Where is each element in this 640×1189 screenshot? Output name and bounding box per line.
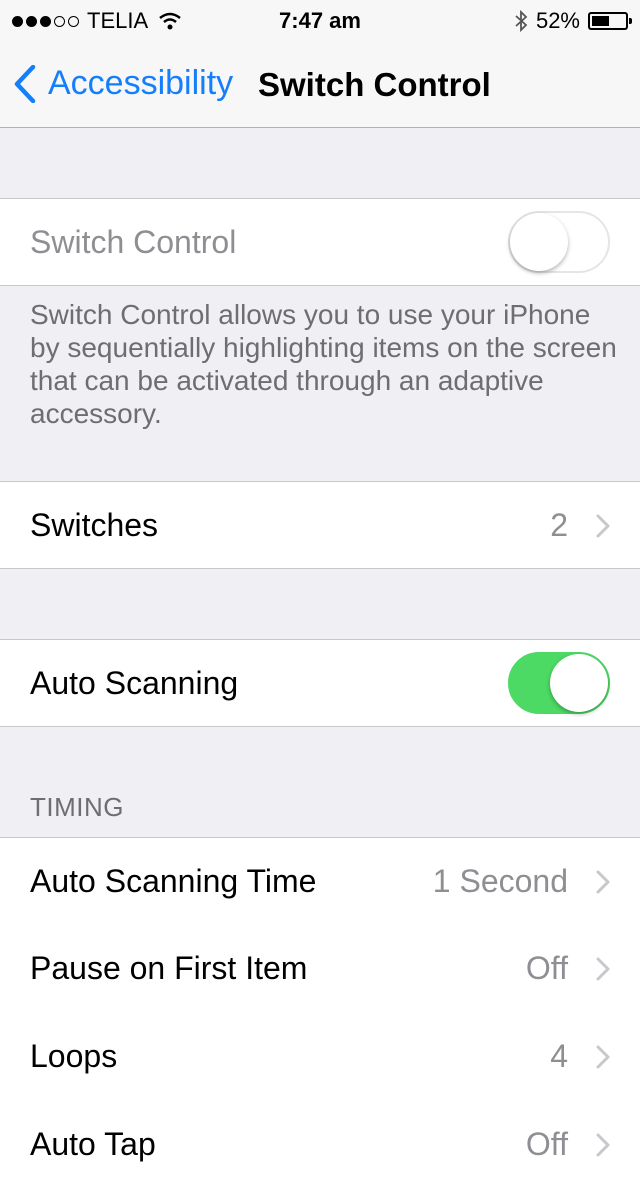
chevron-right-icon — [596, 870, 610, 894]
row-label: Auto Scanning Time — [30, 863, 317, 899]
row-value: 1 Second — [432, 863, 568, 899]
chevron-right-icon — [596, 514, 610, 538]
chevron-right-icon — [596, 1133, 610, 1157]
back-button-label: Accessibility — [48, 64, 234, 102]
battery-icon — [588, 12, 632, 30]
switch-control-row: Switch Control — [0, 198, 640, 286]
navigation-bar: Accessibility Switch Control — [0, 40, 640, 128]
auto-scanning-time-row[interactable]: Auto Scanning Time 1 Second — [0, 837, 640, 926]
chevron-right-icon — [596, 1045, 610, 1069]
timing-section-header: TIMING — [30, 792, 124, 822]
switch-control-toggle[interactable] — [508, 211, 610, 273]
switch-control-label: Switch Control — [30, 224, 237, 260]
row-value: 4 — [550, 1038, 568, 1074]
row-label: Pause on First Item — [30, 950, 308, 986]
row-label: Auto Tap — [30, 1126, 156, 1162]
back-button[interactable]: Accessibility — [14, 64, 233, 103]
status-bar: TELIA 7:47 am 52% — [0, 0, 640, 40]
bluetooth-icon — [515, 10, 528, 32]
switches-value: 2 — [550, 507, 568, 543]
toggle-knob — [550, 654, 608, 712]
auto-scanning-toggle[interactable] — [508, 652, 610, 714]
row-value: Off — [525, 950, 568, 986]
chevron-left-icon — [14, 64, 36, 103]
chevron-right-icon — [596, 957, 610, 981]
auto-scanning-label: Auto Scanning — [30, 665, 239, 701]
status-right: 52% — [514, 8, 632, 34]
toggle-knob — [510, 213, 568, 271]
switches-label: Switches — [30, 507, 159, 543]
row-value: Off — [525, 1126, 568, 1162]
pause-on-first-item-row[interactable]: Pause on First Item Off — [0, 925, 640, 1014]
auto-scanning-row: Auto Scanning — [0, 639, 640, 727]
row-label: Loops — [30, 1038, 118, 1074]
page-title: Switch Control — [258, 66, 491, 103]
switches-row[interactable]: Switches 2 — [0, 481, 640, 569]
loops-row[interactable]: Loops 4 — [0, 1013, 640, 1102]
auto-tap-row[interactable]: Auto Tap Off — [0, 1101, 640, 1189]
battery-percent: 52% — [535, 8, 580, 33]
switch-control-description: Switch Control allows you to use your iP… — [30, 299, 617, 429]
